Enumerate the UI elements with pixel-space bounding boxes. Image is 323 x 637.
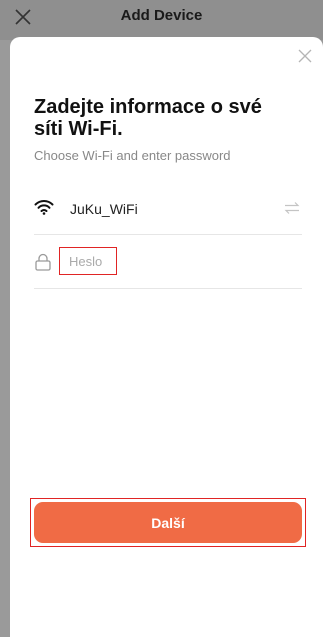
wifi-network-row[interactable]: JuKu_WiFi (34, 191, 302, 231)
background-header: Add Device (0, 0, 323, 40)
next-button[interactable]: Další (34, 502, 302, 543)
lock-icon (35, 253, 51, 271)
password-row (34, 245, 302, 285)
wifi-icon (34, 199, 54, 215)
password-field-highlight (59, 247, 117, 275)
switch-network-icon[interactable] (284, 201, 300, 215)
password-input[interactable] (60, 248, 116, 274)
close-icon[interactable] (297, 48, 313, 64)
wifi-network-name: JuKu_WiFi (70, 201, 138, 217)
sheet-heading: Zadejte informace o své síti Wi-Fi. (34, 96, 262, 140)
next-button-highlight: Další (30, 498, 306, 547)
page-title: Add Device (120, 7, 203, 24)
sheet-subheading: Choose Wi-Fi and enter password (34, 148, 231, 163)
wifi-setup-sheet: Zadejte informace o své síti Wi-Fi. Choo… (10, 37, 323, 637)
divider (34, 288, 302, 289)
divider (34, 234, 302, 235)
